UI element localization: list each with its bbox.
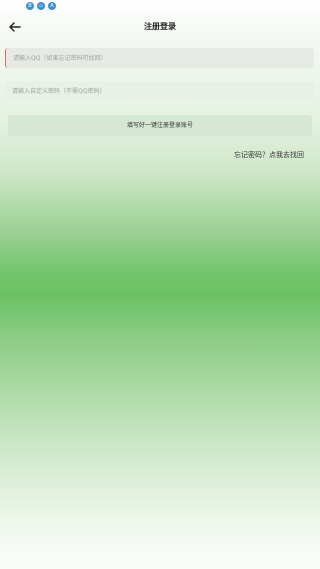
notification-a-icon: A — [48, 2, 56, 10]
header: 注册登录 — [0, 16, 320, 40]
status-icons: B ▫ A — [26, 2, 56, 10]
notification-b-icon: B — [26, 2, 34, 10]
password-input[interactable] — [5, 81, 314, 101]
qq-input[interactable] — [5, 48, 314, 68]
forgot-password-link[interactable]: 忘记密码？点我去找回 — [234, 150, 304, 160]
register-login-button[interactable]: 填写好一键注册登录账号 — [8, 115, 312, 136]
page-title: 注册登录 — [144, 22, 176, 31]
notification-d-icon: ▫ — [37, 2, 45, 10]
